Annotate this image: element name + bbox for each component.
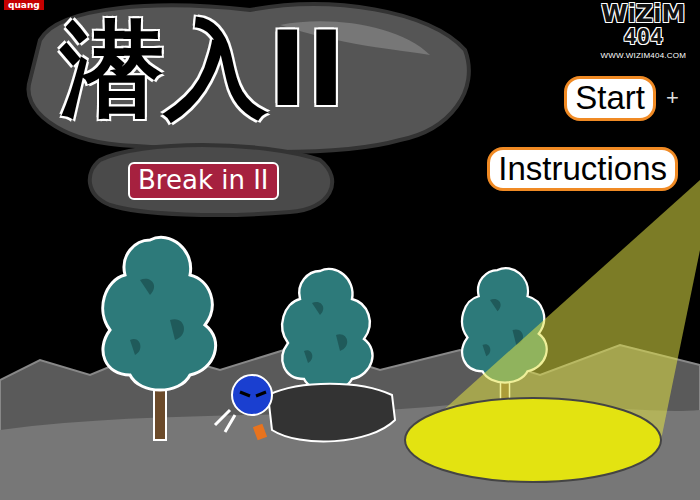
menu-row: Start + xyxy=(564,76,688,121)
game-subtitle: Break in II xyxy=(128,162,279,200)
menu-row: Instructions xyxy=(487,147,688,192)
main-menu: Start + Instructions xyxy=(487,76,688,191)
logo-number: 404 xyxy=(623,26,663,48)
player-character xyxy=(215,375,395,441)
logo-url: WWW.WIZIM404.COM xyxy=(601,51,686,60)
game-title: 潜入II xyxy=(60,12,345,126)
rock-cloud xyxy=(28,4,468,215)
tree xyxy=(103,237,216,440)
logo-name: WiZiM xyxy=(601,2,685,26)
publisher-logo[interactable]: WiZiM404 WWW.WIZIM404.COM xyxy=(601,2,688,60)
cursor-crosshair: + xyxy=(666,87,688,109)
spotlight xyxy=(405,180,700,482)
menu-button[interactable]: Start xyxy=(564,76,656,121)
menu-button[interactable]: Instructions xyxy=(487,147,678,192)
ad-badge[interactable]: quang xyxy=(4,0,44,10)
title-screen: quang 潜入II Break in II WiZiM404 WWW.WIZIM404… xyxy=(0,0,700,500)
